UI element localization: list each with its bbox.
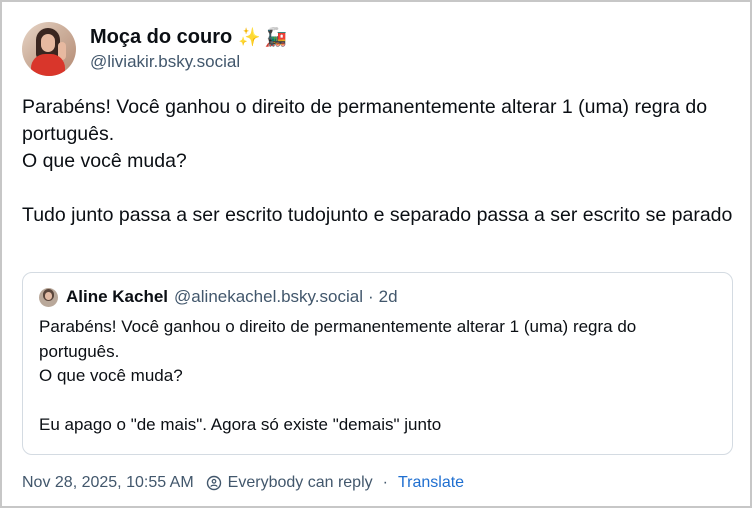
quoted-post-time: 2d [378, 287, 398, 306]
quoted-line: Parabéns! Você ganhou o direito de perma… [39, 317, 637, 361]
post-line-empty [22, 175, 734, 202]
quoted-author-name[interactable]: Aline Kachel [66, 287, 168, 307]
quoted-line: O que você muda? [39, 366, 183, 385]
quoted-author-avatar [39, 287, 58, 307]
avatar-face [41, 34, 55, 52]
post-line: O que você muda? [22, 150, 187, 172]
reply-settings-label[interactable]: Everybody can reply [228, 474, 373, 492]
post-text: Parabéns! Você ganhou o direito de perma… [22, 94, 734, 229]
post-timestamp: Nov 28, 2025, 10:55 AM [22, 474, 194, 491]
train-icon: 🚂 [264, 26, 288, 48]
post-line: Tudo junto passa a ser escrito tudojunto… [22, 204, 733, 226]
author-name-text: Moça do couro [90, 25, 233, 48]
quoted-post[interactable]: Aline Kachel @alinekachel.bsky.social · … [22, 272, 733, 455]
post-header: Moça do couro ✨ 🚂 @liviakir.bsky.social [22, 22, 287, 78]
quoted-line: Eu apago o "de mais". Agora só existe "d… [39, 415, 442, 434]
quoted-post-text: Parabéns! Você ganhou o direito de perma… [39, 315, 719, 438]
post-card: Moça do couro ✨ 🚂 @liviakir.bsky.social … [0, 0, 752, 508]
translate-link[interactable]: Translate [398, 474, 464, 492]
post-footer: Nov 28, 2025, 10:55 AM Everybody can rep… [22, 474, 464, 492]
quoted-separator: · [367, 287, 374, 306]
quoted-line-empty [39, 389, 719, 414]
author-names: Moça do couro ✨ 🚂 @liviakir.bsky.social [90, 24, 287, 72]
quoted-avatar-face [45, 291, 52, 300]
author-display-name[interactable]: Moça do couro ✨ 🚂 [90, 24, 287, 50]
reply-settings-icon [206, 475, 222, 491]
quoted-post-header: Aline Kachel @alinekachel.bsky.social · … [39, 287, 398, 307]
post-line: Parabéns! Você ganhou o direito de perma… [22, 96, 708, 145]
author-handle[interactable]: @liviakir.bsky.social [90, 52, 287, 72]
quoted-author-handle[interactable]: @alinekachel.bsky.social [174, 287, 363, 307]
author-avatar[interactable] [22, 22, 76, 76]
footer-separator: · [382, 474, 388, 491]
sparkles-icon: ✨ [238, 26, 261, 48]
avatar-body [31, 54, 65, 76]
